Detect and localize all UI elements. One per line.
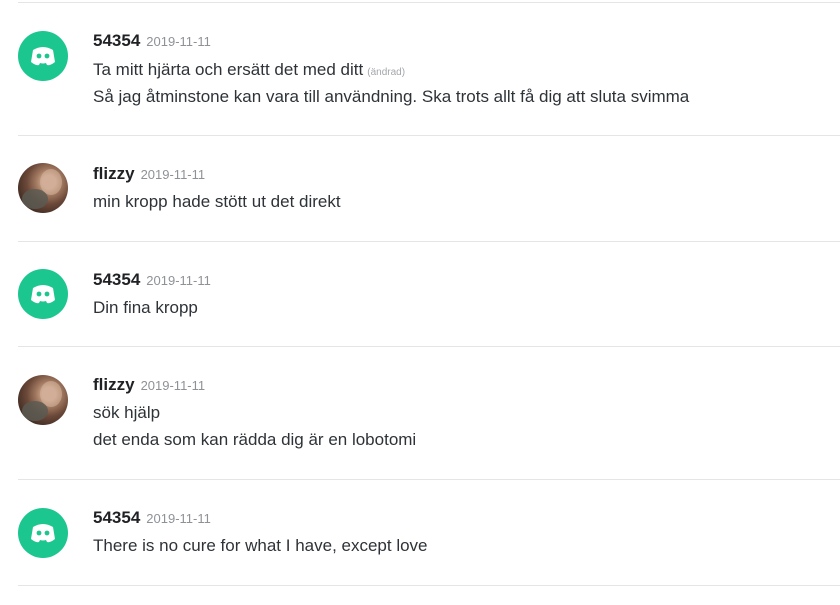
message-divider <box>18 346 840 347</box>
message-line: Ta mitt hjärta och ersätt det med ditt <box>93 60 364 79</box>
username[interactable]: flizzy <box>93 375 135 394</box>
timestamp[interactable]: 2019-11-11 <box>141 378 206 393</box>
discord-default-avatar-icon[interactable] <box>18 31 68 81</box>
timestamp[interactable]: 2019-11-11 <box>141 167 206 182</box>
message-divider <box>18 241 840 242</box>
edited-label: (ändrad) <box>367 67 406 78</box>
message-header: flizzy 2019-11-11 <box>93 164 205 184</box>
user-avatar[interactable] <box>18 375 68 425</box>
username[interactable]: flizzy <box>93 164 135 183</box>
message-text: There is no cure for what I have, except… <box>93 536 428 555</box>
discord-default-avatar-icon[interactable] <box>18 508 68 558</box>
timestamp[interactable]: 2019-11-11 <box>146 511 211 526</box>
message-text: Så jag åtminstone kan vara till användni… <box>93 87 690 106</box>
message-divider <box>18 135 840 136</box>
message-divider <box>18 2 840 3</box>
message-divider <box>18 479 840 480</box>
message-divider <box>18 585 840 586</box>
user-avatar[interactable] <box>18 163 68 213</box>
message-header: 54354 2019-11-11 <box>93 270 211 290</box>
chat-message-list: 54354 2019-11-11 Ta mitt hjärta och ersät… <box>0 0 840 605</box>
message-text: sök hjälp <box>93 403 161 422</box>
message-header: 54354 2019-11-11 <box>93 31 211 51</box>
username[interactable]: 54354 <box>93 508 140 527</box>
timestamp[interactable]: 2019-11-11 <box>146 34 211 49</box>
message-text: min kropp hade stött ut det direkt <box>93 192 341 211</box>
message-header: 54354 2019-11-11 <box>93 508 211 528</box>
timestamp[interactable]: 2019-11-11 <box>146 273 211 288</box>
message-text: det enda som kan rädda dig är en lobotom… <box>93 430 417 449</box>
message-text: Ta mitt hjärta och ersätt det med ditt (ä… <box>93 60 405 80</box>
username[interactable]: 54354 <box>93 31 140 50</box>
discord-default-avatar-icon[interactable] <box>18 269 68 319</box>
message-header: flizzy 2019-11-11 <box>93 375 205 395</box>
username[interactable]: 54354 <box>93 270 140 289</box>
message-text: Din fina kropp <box>93 298 198 317</box>
